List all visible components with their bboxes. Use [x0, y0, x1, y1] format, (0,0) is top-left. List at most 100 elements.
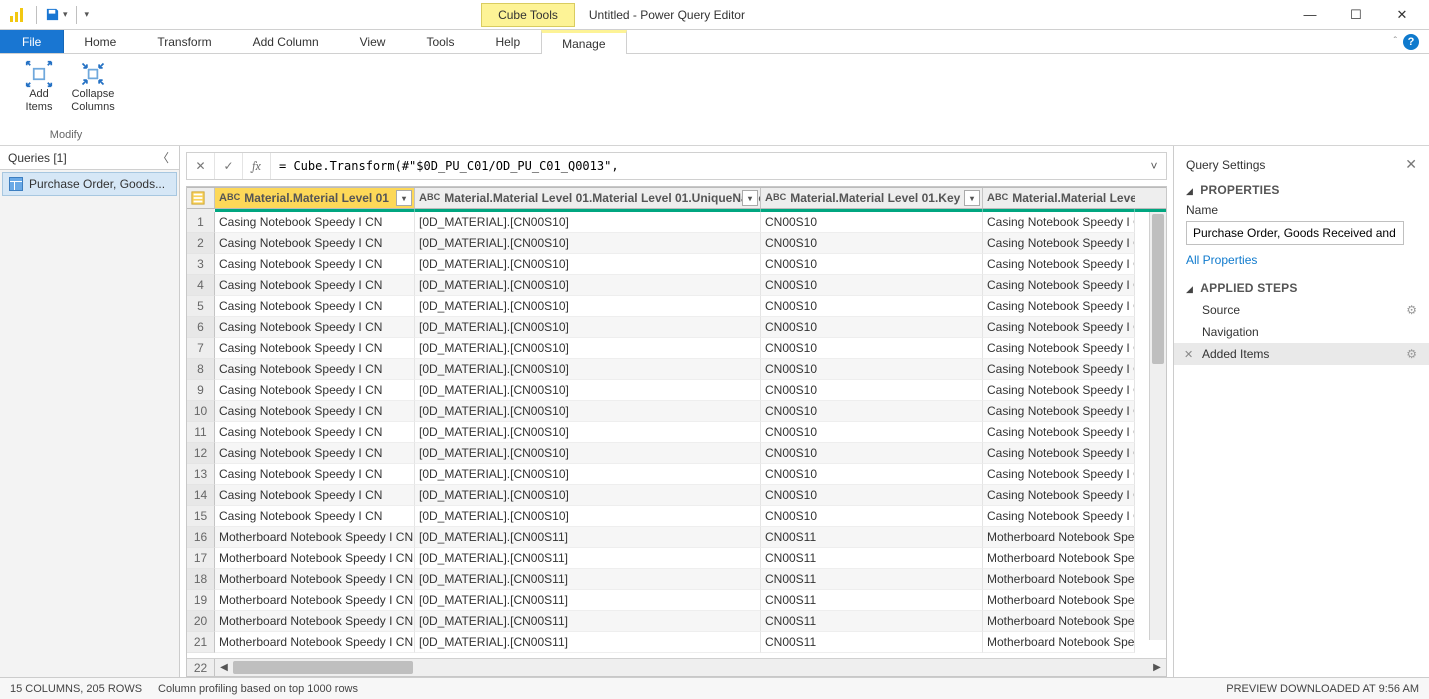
cell[interactable]: Casing Notebook Speedy I CN: [215, 506, 415, 527]
cell[interactable]: [0D_MATERIAL].[CN00S10]: [415, 338, 761, 359]
cell[interactable]: [0D_MATERIAL].[CN00S11]: [415, 590, 761, 611]
table-row[interactable]: 7 Casing Notebook Speedy I CN [0D_MATERIAL…: [187, 338, 1166, 359]
table-row[interactable]: 6Casing Notebook Speedy I CN[0D_MATERIAL…: [187, 317, 1166, 338]
cell[interactable]: Motherboard Notebook Speed: [983, 548, 1135, 569]
cell[interactable]: Casing Notebook Speedy I CN: [215, 401, 415, 422]
cell[interactable]: [0D_MATERIAL].[CN00S10]: [415, 422, 761, 443]
cell[interactable]: Casing Notebook Speedy I CN: [215, 275, 415, 296]
cell[interactable]: Casing Notebook Speedy I CN: [983, 254, 1135, 275]
collapse-columns-button[interactable]: Collapse Columns: [68, 58, 118, 113]
cell[interactable]: [0D_MATERIAL].[CN00S11]: [415, 527, 761, 548]
table-row[interactable]: 2Casing Notebook Speedy I CN[0D_MATERIAL…: [187, 233, 1166, 254]
cell[interactable]: Motherboard Notebook Speed: [983, 611, 1135, 632]
cell[interactable]: [0D_MATERIAL].[CN00S11]: [415, 632, 761, 653]
table-row[interactable]: 19Motherboard Notebook Speedy I CN[0D_MA…: [187, 590, 1166, 611]
tab-add-column[interactable]: Add Column: [233, 30, 340, 53]
collapse-pane-icon[interactable]: 〈: [155, 149, 171, 166]
cell[interactable]: Casing Notebook Speedy I CN: [983, 464, 1135, 485]
gear-icon[interactable]: ⚙: [1406, 303, 1417, 317]
cell[interactable]: Motherboard Notebook Speedy I CN: [215, 548, 415, 569]
cell[interactable]: Casing Notebook Speedy I CN: [983, 338, 1135, 359]
horizontal-scrollbar[interactable]: 22 ◀ ▶: [187, 658, 1166, 676]
cell[interactable]: Casing Notebook Speedy I CN: [983, 296, 1135, 317]
step-added-items[interactable]: ✕ Added Items ⚙: [1174, 343, 1429, 365]
tab-transform[interactable]: Transform: [137, 30, 232, 53]
add-items-button[interactable]: Add Items: [14, 58, 64, 113]
caret-icon[interactable]: ◢: [1186, 284, 1193, 294]
grid-select-all[interactable]: [187, 188, 215, 208]
cell[interactable]: Motherboard Notebook Speed: [983, 632, 1135, 653]
cell[interactable]: CN00S11: [761, 611, 983, 632]
ribbon-collapse-icon[interactable]: ˆ: [1394, 36, 1397, 47]
cell[interactable]: Motherboard Notebook Speedy I CN: [215, 611, 415, 632]
cell[interactable]: CN00S10: [761, 338, 983, 359]
cell[interactable]: [0D_MATERIAL].[CN00S10]: [415, 296, 761, 317]
row-number[interactable]: 19: [187, 590, 215, 611]
cell[interactable]: Motherboard Notebook Speedy I CN: [215, 632, 415, 653]
cell[interactable]: Casing Notebook Speedy I CN: [215, 317, 415, 338]
tab-home[interactable]: Home: [64, 30, 137, 53]
cell[interactable]: CN00S10: [761, 506, 983, 527]
cell[interactable]: [0D_MATERIAL].[CN00S10]: [415, 506, 761, 527]
close-settings-icon[interactable]: ✕: [1405, 156, 1417, 173]
qat-customize-icon[interactable]: ▾: [83, 9, 92, 20]
close-button[interactable]: ✕: [1379, 1, 1425, 29]
cell[interactable]: Casing Notebook Speedy I CN: [215, 254, 415, 275]
row-number[interactable]: 9: [187, 380, 215, 401]
table-row[interactable]: 13Casing Notebook Speedy I CN[0D_MATERIA…: [187, 464, 1166, 485]
scroll-left-icon[interactable]: ◀: [215, 662, 233, 673]
cell[interactable]: Casing Notebook Speedy I CN: [983, 212, 1135, 233]
cell[interactable]: CN00S10: [761, 296, 983, 317]
step-source[interactable]: Source ⚙: [1174, 299, 1429, 321]
tab-manage[interactable]: Manage: [541, 30, 626, 54]
column-filter-icon[interactable]: ▾: [742, 190, 758, 206]
table-row[interactable]: 9Casing Notebook Speedy I CN[0D_MATERIAL…: [187, 380, 1166, 401]
column-header-2[interactable]: ABC Material.Material Level 01.Material …: [415, 188, 761, 208]
cell[interactable]: [0D_MATERIAL].[CN00S10]: [415, 275, 761, 296]
help-icon[interactable]: ?: [1403, 34, 1419, 50]
cell[interactable]: [0D_MATERIAL].[CN00S10]: [415, 443, 761, 464]
query-item[interactable]: Purchase Order, Goods...: [2, 172, 177, 196]
cell[interactable]: Casing Notebook Speedy I CN: [983, 443, 1135, 464]
cell[interactable]: [0D_MATERIAL].[CN00S10]: [415, 485, 761, 506]
cell[interactable]: CN00S10: [761, 275, 983, 296]
cell[interactable]: CN00S10: [761, 443, 983, 464]
row-number[interactable]: 20: [187, 611, 215, 632]
cell[interactable]: [0D_MATERIAL].[CN00S11]: [415, 569, 761, 590]
cell[interactable]: CN00S10: [761, 485, 983, 506]
scroll-right-icon[interactable]: ▶: [1148, 662, 1166, 673]
cell[interactable]: Casing Notebook Speedy I CN: [983, 275, 1135, 296]
cell[interactable]: Casing Notebook Speedy I CN: [215, 233, 415, 254]
row-number[interactable]: 6: [187, 317, 215, 338]
table-row[interactable]: 11Casing Notebook Speedy I CN[0D_MATERIA…: [187, 422, 1166, 443]
delete-step-icon[interactable]: ✕: [1184, 348, 1193, 361]
formula-input[interactable]: [271, 153, 1142, 179]
column-header-3[interactable]: ABC Material.Material Level 01.Key ▾: [761, 188, 983, 208]
column-filter-icon[interactable]: ▾: [396, 190, 412, 206]
cell[interactable]: Casing Notebook Speedy I CN: [215, 212, 415, 233]
column-filter-icon[interactable]: ▾: [964, 190, 980, 206]
cell[interactable]: Casing Notebook Speedy I CN: [215, 485, 415, 506]
expand-formula-icon[interactable]: ˅: [1142, 159, 1166, 173]
cell[interactable]: Casing Notebook Speedy I CN: [983, 422, 1135, 443]
fx-icon[interactable]: fx: [243, 153, 271, 179]
cell[interactable]: CN00S10: [761, 233, 983, 254]
tab-help[interactable]: Help: [475, 30, 541, 53]
cell[interactable]: Casing Notebook Speedy I CN: [983, 401, 1135, 422]
cell[interactable]: Motherboard Notebook Speedy I CN: [215, 590, 415, 611]
table-row[interactable]: 16Motherboard Notebook Speedy I CN[0D_MA…: [187, 527, 1166, 548]
cell[interactable]: CN00S10: [761, 212, 983, 233]
cell[interactable]: [0D_MATERIAL].[CN00S10]: [415, 464, 761, 485]
cell[interactable]: CN00S11: [761, 632, 983, 653]
row-number[interactable]: 7: [187, 338, 215, 359]
cell[interactable]: [0D_MATERIAL].[CN00S10]: [415, 254, 761, 275]
row-number[interactable]: 4: [187, 275, 215, 296]
row-number[interactable]: 14: [187, 485, 215, 506]
table-row[interactable]: 10Casing Notebook Speedy I CN[0D_MATERIA…: [187, 401, 1166, 422]
all-properties-link[interactable]: All Properties: [1174, 249, 1429, 277]
cell[interactable]: Motherboard Notebook Speedy I CN: [215, 569, 415, 590]
row-number[interactable]: 3: [187, 254, 215, 275]
cell[interactable]: CN00S10: [761, 359, 983, 380]
row-number[interactable]: 8: [187, 359, 215, 380]
cell[interactable]: CN00S10: [761, 254, 983, 275]
